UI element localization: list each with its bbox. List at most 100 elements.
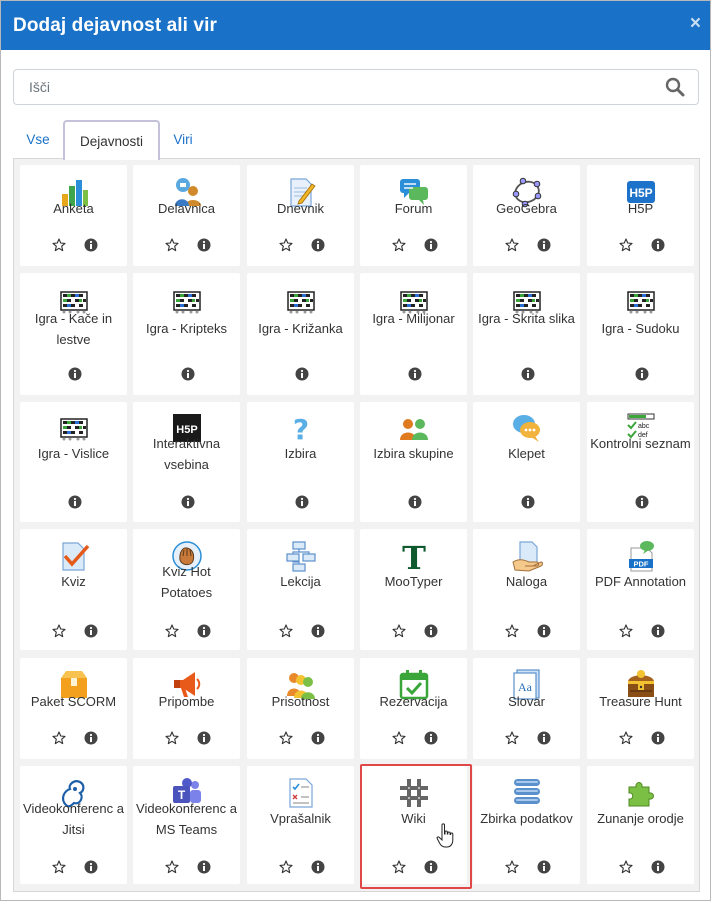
star-icon[interactable]	[165, 731, 179, 745]
activity-tile-geogebra[interactable]: GeoGebra	[473, 165, 580, 266]
star-icon[interactable]	[165, 238, 179, 252]
star-icon[interactable]	[392, 731, 406, 745]
info-icon[interactable]	[68, 495, 82, 509]
activity-tile-treasure-hunt[interactable]: Treasure Hunt	[587, 658, 694, 759]
info-icon[interactable]	[84, 624, 98, 638]
activity-tile-zbirka-podatkov[interactable]: Zbirka podatkov	[473, 766, 580, 884]
star-icon[interactable]	[505, 238, 519, 252]
star-icon[interactable]	[279, 238, 293, 252]
star-icon[interactable]	[165, 624, 179, 638]
close-icon[interactable]: ×	[690, 14, 701, 34]
info-icon[interactable]	[408, 495, 422, 509]
info-icon[interactable]	[311, 624, 325, 638]
activity-tile-interaktivna-vsebina[interactable]: H5P Interaktivna vsebina	[133, 402, 240, 522]
info-icon[interactable]	[424, 238, 438, 252]
info-icon[interactable]	[651, 731, 665, 745]
info-icon[interactable]	[295, 367, 309, 381]
info-icon[interactable]	[424, 624, 438, 638]
tab-activities[interactable]: Dejavnosti	[63, 120, 160, 160]
star-icon[interactable]	[52, 731, 66, 745]
info-icon[interactable]	[84, 238, 98, 252]
activity-tile-paket-scorm[interactable]: Paket SCORM	[20, 658, 127, 759]
activity-tile-kviz-hot-potatoes[interactable]: Kviz Hot Potatoes	[133, 529, 240, 650]
info-icon[interactable]	[424, 731, 438, 745]
activity-tile-igra-skrita-slika[interactable]: Igra - Skrita slika	[473, 273, 580, 395]
star-icon[interactable]	[52, 624, 66, 638]
activity-tile-lekcija[interactable]: Lekcija	[247, 529, 354, 650]
activity-tile-pdf-annotation[interactable]: PDF PDF Annotation	[587, 529, 694, 650]
info-icon[interactable]	[537, 731, 551, 745]
star-icon[interactable]	[619, 731, 633, 745]
activity-tile-klepet[interactable]: Klepet	[473, 402, 580, 522]
activity-tile-igra-milijonar[interactable]: Igra - Milijonar	[360, 273, 467, 395]
info-icon[interactable]	[68, 367, 82, 381]
info-icon[interactable]	[181, 495, 195, 509]
activity-tile-dnevnik[interactable]: Dnevnik	[247, 165, 354, 266]
star-icon[interactable]	[619, 624, 633, 638]
info-icon[interactable]	[537, 860, 551, 874]
star-icon[interactable]	[505, 731, 519, 745]
activity-tile-kviz[interactable]: Kviz	[20, 529, 127, 650]
info-icon[interactable]	[651, 624, 665, 638]
info-icon[interactable]	[197, 860, 211, 874]
activity-tile-igra-kripteks[interactable]: Igra - Kripteks	[133, 273, 240, 395]
activity-tile-pripombe[interactable]: Pripombe	[133, 658, 240, 759]
info-icon[interactable]	[197, 731, 211, 745]
activity-tile-igra-kače-in-lestve[interactable]: Igra - Kače in lestve	[20, 273, 127, 395]
activity-tile-anketa[interactable]: Anketa	[20, 165, 127, 266]
star-icon[interactable]	[52, 860, 66, 874]
activity-tile-naloga[interactable]: Naloga	[473, 529, 580, 650]
info-icon[interactable]	[521, 495, 535, 509]
star-icon[interactable]	[619, 860, 633, 874]
info-icon[interactable]	[635, 495, 649, 509]
activity-tile-delavnica[interactable]: Delavnica	[133, 165, 240, 266]
activity-tile-igra-križanka[interactable]: Igra - Križanka	[247, 273, 354, 395]
activity-tile-izbira-skupine[interactable]: Izbira skupine	[360, 402, 467, 522]
activity-tile-igra-sudoku[interactable]: Igra - Sudoku	[587, 273, 694, 395]
info-icon[interactable]	[197, 238, 211, 252]
info-icon[interactable]	[197, 624, 211, 638]
info-icon[interactable]	[651, 238, 665, 252]
activity-tile-vprašalnik[interactable]: Vprašalnik	[247, 766, 354, 884]
activity-tile-h5p[interactable]: H5P H5P	[587, 165, 694, 266]
info-icon[interactable]	[651, 860, 665, 874]
info-icon[interactable]	[537, 624, 551, 638]
info-icon[interactable]	[537, 238, 551, 252]
info-icon[interactable]	[635, 367, 649, 381]
star-icon[interactable]	[279, 624, 293, 638]
star-icon[interactable]	[392, 624, 406, 638]
info-icon[interactable]	[181, 367, 195, 381]
activity-tile-kontrolni-seznam[interactable]: abc def Kontrolni seznam	[587, 402, 694, 522]
search-input[interactable]	[27, 71, 658, 103]
star-icon[interactable]	[619, 238, 633, 252]
activity-tile-izbira[interactable]: ? Izbira	[247, 402, 354, 522]
info-icon[interactable]	[521, 367, 535, 381]
star-icon[interactable]	[279, 731, 293, 745]
star-icon[interactable]	[392, 238, 406, 252]
star-icon[interactable]	[52, 238, 66, 252]
activity-tile-rezervacija[interactable]: Rezervacija	[360, 658, 467, 759]
star-icon[interactable]	[505, 860, 519, 874]
info-icon[interactable]	[295, 495, 309, 509]
info-icon[interactable]	[408, 367, 422, 381]
star-icon[interactable]	[279, 860, 293, 874]
activity-tile-zunanje-orodje[interactable]: Zunanje orodje	[587, 766, 694, 884]
activity-tile-mootyper[interactable]: T MooTyper	[360, 529, 467, 650]
activity-tile-videokonferenc-a-jitsi[interactable]: Videokonferenc a Jitsi	[20, 766, 127, 884]
info-icon[interactable]	[311, 860, 325, 874]
info-icon[interactable]	[424, 860, 438, 874]
star-icon[interactable]	[505, 624, 519, 638]
tab-all[interactable]: Vse	[13, 120, 63, 160]
activity-tile-prisotnost[interactable]: Prisotnost	[247, 658, 354, 759]
info-icon[interactable]	[84, 860, 98, 874]
search-icon[interactable]	[658, 70, 692, 104]
activity-tile-igra-vislice[interactable]: Igra - Vislice	[20, 402, 127, 522]
star-icon[interactable]	[165, 860, 179, 874]
activity-tile-slovar[interactable]: Aa Slovar	[473, 658, 580, 759]
activity-tile-forum[interactable]: Forum	[360, 165, 467, 266]
star-icon[interactable]	[392, 860, 406, 874]
info-icon[interactable]	[311, 238, 325, 252]
info-icon[interactable]	[84, 731, 98, 745]
info-icon[interactable]	[311, 731, 325, 745]
tab-resources[interactable]: Viri	[163, 120, 203, 160]
